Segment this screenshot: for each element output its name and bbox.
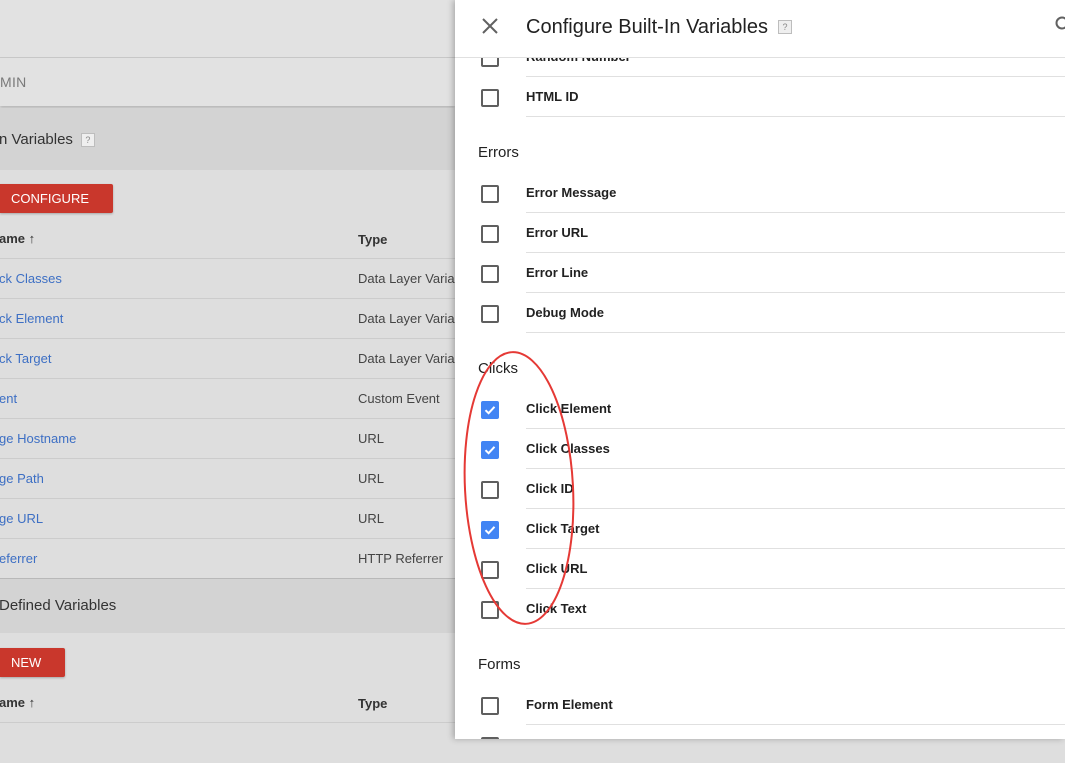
category-heading: Errors xyxy=(478,144,519,161)
variable-checkbox[interactable] xyxy=(481,601,499,619)
variable-checkbox[interactable] xyxy=(481,305,499,323)
variable-option[interactable]: Click Classes xyxy=(455,429,1065,469)
name-column-header[interactable]: ame ↑ xyxy=(0,695,35,710)
variable-option-label: Click Text xyxy=(526,601,586,616)
variable-option[interactable]: Click Target xyxy=(455,509,1065,549)
variable-option-label: Click Element xyxy=(526,401,611,416)
variable-option-label: Click URL xyxy=(526,561,587,576)
variable-name-link[interactable]: ent xyxy=(0,391,17,406)
table-row[interactable]: ent Custom Event xyxy=(0,378,455,419)
help-icon[interactable]: ? xyxy=(778,20,792,34)
variable-type: URL xyxy=(358,511,384,526)
variable-option-label: Error URL xyxy=(526,225,588,240)
table-row[interactable]: ck ClassesData Layer Variab xyxy=(0,258,455,299)
variable-option-label: Debug Mode xyxy=(526,305,604,320)
drawer-title: Configure Built-In Variables? xyxy=(526,16,792,39)
builtin-variables-title: n Variables? xyxy=(0,131,95,148)
variable-type: Custom Event xyxy=(358,391,440,406)
table-row[interactable]: ge URL URL xyxy=(0,498,455,539)
variable-option[interactable]: HTML ID xyxy=(455,77,1065,117)
variable-option[interactable] xyxy=(455,725,1065,739)
variable-checkbox[interactable] xyxy=(481,561,499,579)
variable-option[interactable]: Click ID xyxy=(455,469,1065,509)
variable-option-label: Click ID xyxy=(526,481,574,496)
variable-name-link[interactable]: ck Classes xyxy=(0,271,62,286)
checkmark-icon xyxy=(484,404,496,416)
variable-option[interactable]: Debug Mode xyxy=(455,293,1065,333)
variable-checkbox[interactable] xyxy=(481,89,499,107)
variable-checkbox[interactable] xyxy=(481,441,499,459)
variable-type: Data Layer Variab xyxy=(358,271,462,286)
variable-checkbox[interactable] xyxy=(481,185,499,203)
table-row[interactable] xyxy=(0,722,455,763)
row-divider xyxy=(526,332,1065,333)
configure-builtin-variables-drawer: Random NumberHTML IDErrorsError MessageE… xyxy=(455,0,1065,739)
configure-button[interactable]: CONFIGURE xyxy=(0,184,113,213)
row-divider xyxy=(526,628,1065,629)
row-divider xyxy=(526,116,1065,117)
builtin-variables-header: n Variables? xyxy=(0,108,455,170)
variable-option-label: HTML ID xyxy=(526,89,578,104)
variables-list: Random NumberHTML IDErrorsError MessageE… xyxy=(455,0,1065,739)
variable-checkbox[interactable] xyxy=(481,225,499,243)
background-page: MIN n Variables? CONFIGURE ame ↑ Type ck… xyxy=(0,0,455,739)
user-table-header: ame ↑ Type xyxy=(0,683,455,723)
category-heading: Forms xyxy=(478,656,521,673)
user-variables-header: Defined Variables xyxy=(0,579,455,633)
variable-checkbox[interactable] xyxy=(481,521,499,539)
variable-option[interactable]: Form Element xyxy=(455,685,1065,725)
variable-option[interactable]: Error URL xyxy=(455,213,1065,253)
user-variables-title: Defined Variables xyxy=(0,597,116,614)
table-row[interactable]: ck TargetData Layer Variab xyxy=(0,338,455,379)
variable-name-link[interactable]: eferrer xyxy=(0,551,37,566)
table-row[interactable]: eferrer HTTP Referrer xyxy=(0,538,455,579)
variable-type: Data Layer Variab xyxy=(358,351,462,366)
variable-type: URL xyxy=(358,471,384,486)
category-heading: Clicks xyxy=(478,360,518,377)
variable-option[interactable]: Click Text xyxy=(455,589,1065,629)
variable-checkbox[interactable] xyxy=(481,481,499,499)
variable-type: Data Layer Variab xyxy=(358,311,462,326)
search-icon[interactable] xyxy=(1055,16,1065,34)
variable-name-link[interactable]: ck Target xyxy=(0,351,52,366)
top-bar xyxy=(0,0,455,58)
builtin-table-header: ame ↑ Type xyxy=(0,219,455,259)
type-column-header: Type xyxy=(358,232,387,247)
type-column-header: Type xyxy=(358,696,387,711)
variable-type: URL xyxy=(358,431,384,446)
variable-name-link[interactable]: ge URL xyxy=(0,511,43,526)
sort-arrow-icon: ↑ xyxy=(29,231,36,246)
drawer-header: Configure Built-In Variables? xyxy=(455,0,1065,58)
admin-tab[interactable]: MIN xyxy=(0,74,27,90)
table-row[interactable]: ck ElementData Layer Variab xyxy=(0,298,455,339)
help-icon[interactable]: ? xyxy=(81,133,95,147)
close-icon[interactable] xyxy=(480,16,500,36)
variable-option[interactable]: Click URL xyxy=(455,549,1065,589)
checkmark-icon xyxy=(484,444,496,456)
variable-option[interactable]: Click Element xyxy=(455,389,1065,429)
variable-option-label: Click Classes xyxy=(526,441,610,456)
variable-option[interactable]: Error Line xyxy=(455,253,1065,293)
variable-type: HTTP Referrer xyxy=(358,551,443,566)
new-variable-button[interactable]: NEW xyxy=(0,648,65,677)
checkmark-icon xyxy=(484,524,496,536)
variable-name-link[interactable]: ge Hostname xyxy=(0,431,76,446)
table-row[interactable]: ge Hostname URL xyxy=(0,418,455,459)
variable-checkbox[interactable] xyxy=(481,697,499,715)
variable-checkbox[interactable] xyxy=(481,265,499,283)
variable-option-label: Form Element xyxy=(526,697,613,712)
variable-name-link[interactable]: ge Path xyxy=(0,471,44,486)
variable-checkbox[interactable] xyxy=(481,401,499,419)
variable-option[interactable]: Error Message xyxy=(455,173,1065,213)
variable-option-label: Error Line xyxy=(526,265,588,280)
sort-arrow-icon: ↑ xyxy=(29,695,36,710)
admin-tab-bar: MIN xyxy=(0,58,455,106)
variable-option-label: Error Message xyxy=(526,185,616,200)
variable-name-link[interactable]: ck Element xyxy=(0,311,63,326)
variable-option-label: Click Target xyxy=(526,521,599,536)
name-column-header[interactable]: ame ↑ xyxy=(0,231,35,246)
table-row[interactable]: ge Path URL xyxy=(0,458,455,499)
